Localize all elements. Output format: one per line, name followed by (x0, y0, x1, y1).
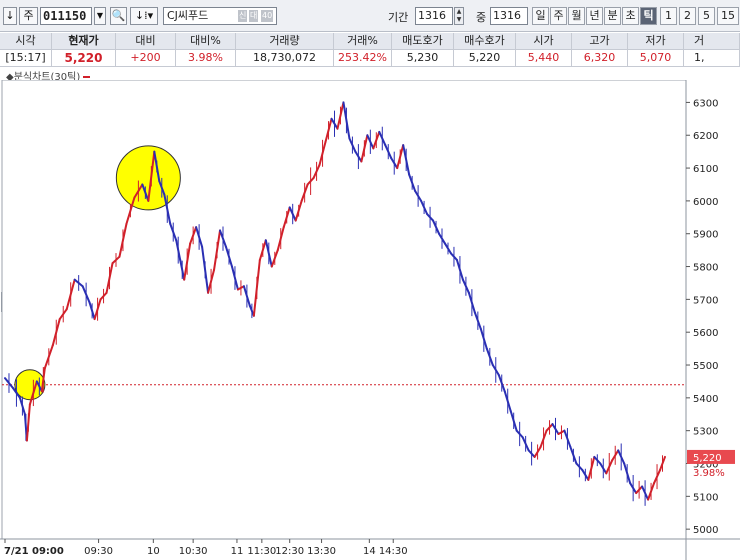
y-tick-label: 5400 (693, 394, 718, 405)
x-tick-label: 11:30 (247, 546, 276, 557)
x-tick-label: 09:30 (84, 546, 113, 557)
interval-15[interactable]: 15 (717, 7, 739, 25)
chevron-down-icon[interactable]: ▼ (94, 7, 106, 25)
quote-header-row: 시각 현재가 대비 대비% 거래량 거래% 매도호가 매수호가 시가 고가 저가… (0, 33, 740, 50)
quote-table: 시각 현재가 대비 대비% 거래량 거래% 매도호가 매수호가 시가 고가 저가… (0, 33, 740, 67)
tab-day[interactable]: 일 (532, 7, 549, 25)
tag-new: 신 (238, 10, 248, 22)
y-tick-label: 6100 (693, 164, 718, 175)
y-tick-label: 6000 (693, 197, 718, 208)
y-tick-label: 5800 (693, 263, 718, 274)
tab-minute[interactable]: 분 (604, 7, 621, 25)
col-header-price: 현재가 (52, 33, 116, 50)
quote-current-price: 5,220 (52, 50, 116, 67)
y-tick-label: 5500 (693, 361, 718, 372)
quote-high: 6,320 (572, 50, 628, 67)
series-color-swatch (83, 76, 91, 78)
x-tick-label: 10:30 (179, 546, 208, 557)
x-tick-label: 12:30 (275, 546, 304, 557)
col-header-change-pct: 대비% (176, 33, 236, 50)
quote-time: [15:17] (0, 50, 52, 67)
period-label: 기간 (388, 11, 409, 24)
col-header-open: 시가 (516, 33, 572, 50)
period-spinner[interactable]: ▲ ▼ (454, 7, 464, 25)
x-tick-label: 7/21 09:00 (4, 546, 64, 557)
quote-ask: 5,230 (392, 50, 454, 67)
price-chart[interactable]: 6300 6200 6100 6000 5900 5800 5700 5600 5500 5400… (0, 80, 740, 560)
down-arrow-icon[interactable]: ↓ (3, 7, 17, 25)
col-header-ask: 매도호가 (392, 33, 454, 50)
x-tick-label: 13:30 (307, 546, 336, 557)
quote-value-row: [15:17] 5,220 +200 3.98% 18,730,072 253.… (0, 50, 740, 67)
period-input[interactable]: 1316 (415, 7, 453, 25)
col-header-volume-pct: 거래% (334, 33, 392, 50)
tag-credit: 대 (249, 10, 259, 22)
col-header-bid: 매수호가 (454, 33, 516, 50)
x-tick-label: 14:30 (379, 546, 408, 557)
x-tick-label: 14 (363, 546, 376, 557)
tab-tick[interactable]: 틱 (640, 7, 657, 25)
col-header-volume: 거래량 (236, 33, 334, 50)
quote-bid: 5,220 (454, 50, 516, 67)
col-header-low: 저가 (628, 33, 684, 50)
x-tick-label: 11 (231, 546, 244, 557)
tab-year[interactable]: 년 (586, 7, 603, 25)
y-tick-label: 6300 (693, 98, 718, 109)
quote-change-pct: 3.98% (176, 50, 236, 67)
tag-margin: 40 (261, 10, 274, 22)
count-input[interactable]: 1316 (490, 7, 528, 25)
toolbar: ↓ 주 011150 ▼ 🔍 ↓⁞▾ CJ씨푸드 신 대 40 기간 1316 … (0, 0, 740, 32)
y-tick-label: 5900 (693, 230, 718, 241)
stock-name-field[interactable]: CJ씨푸드 (163, 7, 277, 25)
highlight-circle-low (14, 369, 46, 401)
quote-volume: 18,730,072 (236, 50, 334, 67)
search-icon[interactable]: 🔍 (110, 7, 127, 25)
quote-volume-pct: 253.42% (334, 50, 392, 67)
x-tick-label: 10 (147, 546, 160, 557)
y-tick-label: 5000 (693, 525, 718, 536)
last-change-label: 3.98% (693, 468, 725, 479)
y-tick-label: 5100 (693, 492, 718, 503)
quote-more: 1, (684, 50, 740, 67)
tab-second[interactable]: 초 (622, 7, 639, 25)
interval-5[interactable]: 5 (698, 7, 715, 25)
col-header-change: 대비 (116, 33, 176, 50)
count-label: 중 (476, 11, 487, 24)
tab-week[interactable]: 주 (550, 7, 567, 25)
col-header-high: 고가 (572, 33, 628, 50)
last-price-label: 5,220 (693, 453, 722, 464)
quote-change: +200 (116, 50, 176, 67)
y-tick-label: 5600 (693, 328, 718, 339)
interval-1[interactable]: 1 (660, 7, 677, 25)
y-tick-label: 5700 (693, 295, 718, 306)
y-tick-label: 6200 (693, 131, 718, 142)
col-header-time: 시각 (0, 33, 52, 50)
quote-open: 5,440 (516, 50, 572, 67)
stock-code-input[interactable]: 011150 (40, 7, 92, 25)
interval-2[interactable]: 2 (679, 7, 696, 25)
sort-menu-icon[interactable]: ↓⁞▾ (130, 7, 158, 25)
quote-low: 5,070 (628, 50, 684, 67)
stock-type-selector[interactable]: 주 (19, 7, 38, 25)
tab-month[interactable]: 월 (568, 7, 585, 25)
col-header-more: 거 (684, 33, 740, 50)
y-tick-label: 5300 (693, 427, 718, 438)
